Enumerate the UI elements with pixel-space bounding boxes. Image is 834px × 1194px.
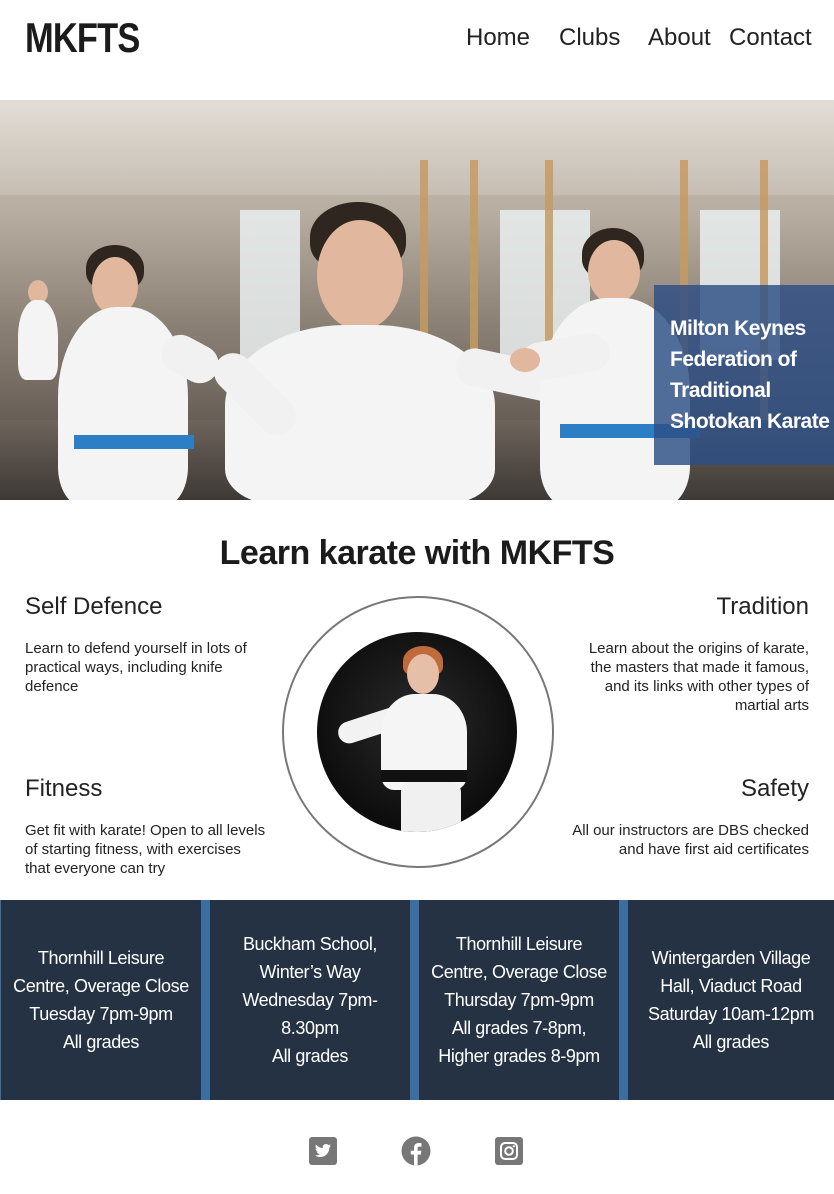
club-location: Thornhill Leisure Centre, Overage Close	[13, 948, 189, 996]
nav-about[interactable]: About	[648, 24, 711, 52]
nav-clubs[interactable]: Clubs	[559, 24, 620, 52]
club-card[interactable]: Thornhill Leisure Centre, Overage Close …	[419, 900, 619, 1100]
club-grades: All grades	[62, 1032, 140, 1052]
club-time: Thursday 7pm-9pm	[444, 990, 594, 1010]
feature-title: Tradition	[716, 593, 809, 620]
karate-portrait-image	[317, 632, 517, 832]
twitter-icon[interactable]	[308, 1136, 338, 1166]
nav-home[interactable]: Home	[466, 24, 530, 52]
hero-title: Milton Keynes Federation of Traditional …	[670, 317, 830, 433]
club-card[interactable]: Thornhill Leisure Centre, Overage Close …	[1, 900, 201, 1100]
nav-contact[interactable]: Contact	[729, 24, 812, 52]
site-logo[interactable]: MKFTS	[25, 14, 140, 62]
feature-text: Learn to defend yourself in lots of prac…	[25, 640, 247, 695]
club-location: Buckham School, Winter’s Way	[242, 934, 378, 982]
clubs-section: Thornhill Leisure Centre, Overage Close …	[0, 900, 834, 1100]
feature-text: Learn about the origins of karate, the m…	[588, 640, 809, 714]
club-time: Saturday 10am-12pm	[648, 1004, 814, 1024]
club-grades: All grades 7-8pm, Higher grades 8-9pm	[438, 1018, 600, 1066]
club-card[interactable]: Buckham School, Winter’s Way Wednesday 7…	[210, 900, 410, 1100]
site-header: MKFTS Home Clubs About Contact	[0, 0, 834, 100]
club-location: Thornhill Leisure Centre, Overage Close	[431, 934, 607, 982]
facebook-icon[interactable]	[401, 1136, 431, 1166]
club-time: Tuesday 7pm-9pm	[29, 1004, 173, 1024]
site-footer	[0, 1100, 834, 1194]
club-card[interactable]: Wintergarden Village Hall, Viaduct Road …	[628, 900, 834, 1100]
club-grades: All grades	[692, 1032, 770, 1052]
feature-safety: Safety All our instructors are DBS check…	[564, 775, 809, 859]
hero-ceiling	[0, 100, 834, 195]
feature-title: Fitness	[25, 775, 103, 802]
instagram-icon[interactable]	[494, 1136, 524, 1166]
club-grades: All grades	[271, 1046, 349, 1066]
feature-tradition: Tradition Learn about the origins of kar…	[564, 593, 809, 715]
hero-title-panel: Milton Keynes Federation of Traditional …	[654, 285, 834, 465]
intro-title: Learn karate with MKFTS	[219, 534, 615, 572]
club-time: Wednesday 7pm-8.30pm	[242, 990, 378, 1038]
feature-text: Get fit with karate! Open to all levels …	[25, 822, 266, 877]
feature-title: Self Defence	[25, 593, 163, 620]
club-location: Wintergarden Village Hall, Viaduct Road	[651, 948, 811, 996]
feature-self-defence: Self Defence Learn to defend yourself in…	[25, 593, 270, 696]
feature-title: Safety	[740, 775, 809, 802]
feature-text: All our instructors are DBS checked and …	[572, 822, 809, 858]
feature-fitness: Fitness Get fit with karate! Open to all…	[25, 775, 270, 878]
